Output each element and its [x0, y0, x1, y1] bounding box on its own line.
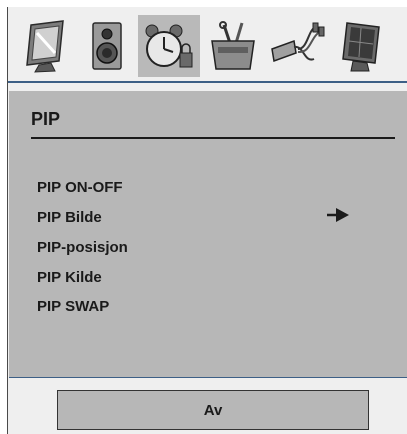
osd-menu-window: PIP PIP ON-OFF PIP Bilde PIP-posisjon PI… [7, 7, 407, 434]
tab-connections[interactable] [266, 15, 328, 77]
submenu-arrow-icon [327, 208, 349, 222]
speaker-icon [92, 22, 122, 70]
toolbox-icon [211, 21, 255, 70]
toolbar-divider [8, 81, 407, 83]
tab-setup[interactable] [202, 15, 264, 77]
current-value: Av [203, 401, 223, 419]
cable-connectors-icon [271, 22, 325, 63]
alarm-clock-icon [145, 24, 193, 68]
tab-picture[interactable] [14, 15, 76, 77]
menu-item-pip-on-off[interactable]: PIP ON-OFF [37, 179, 123, 196]
menu-item-pip-kilde[interactable]: PIP Kilde [37, 269, 102, 286]
tab-sound[interactable] [76, 15, 138, 77]
title-underline [31, 137, 395, 139]
bottom-divider [9, 377, 407, 378]
pip-menu-panel: PIP PIP ON-OFF PIP Bilde PIP-posisjon PI… [9, 91, 407, 377]
tab-display[interactable] [330, 15, 392, 77]
monitor-stand-icon [342, 22, 380, 72]
menu-item-pip-bilde[interactable]: PIP Bilde [37, 209, 102, 226]
menu-item-pip-swap[interactable]: PIP SWAP [37, 298, 109, 315]
value-display-box[interactable]: Av [57, 390, 369, 430]
menu-category-toolbar [8, 7, 407, 85]
display-picture-icon [26, 20, 64, 73]
menu-item-pip-posisjon[interactable]: PIP-posisjon [37, 239, 128, 256]
panel-title: PIP [31, 109, 61, 129]
tab-timer[interactable] [138, 15, 200, 77]
